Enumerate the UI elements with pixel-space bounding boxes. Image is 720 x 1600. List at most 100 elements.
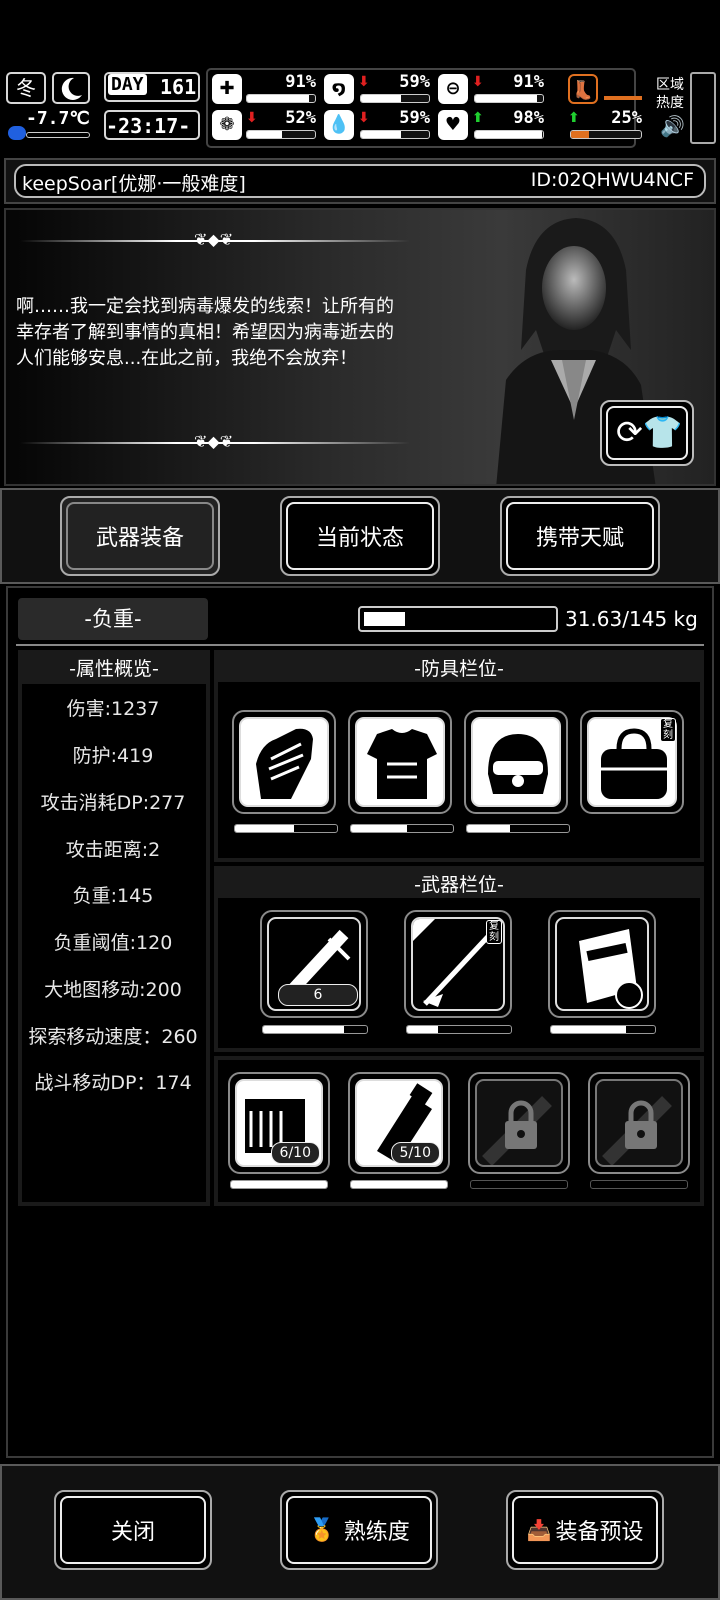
boot-line (604, 96, 642, 100)
proficiency-button-label: 熟练度 (343, 1520, 410, 1545)
tab-weapons-equipment[interactable]: 武器装备 (60, 496, 220, 576)
temperature-bar (26, 132, 90, 138)
speaker-icon[interactable]: 🔊 (660, 114, 685, 138)
ammo-crate-count: 6/10 (270, 1142, 320, 1164)
close-button[interactable]: 关闭 (54, 1490, 212, 1570)
thirst-bar-fill (361, 131, 402, 138)
armor-helmet-durability-fill (467, 825, 510, 832)
weapons-title: -武器栏位- (414, 874, 504, 896)
change-outfit-button[interactable]: ⟳👕 (600, 400, 694, 466)
armor-slot-helmet[interactable] (464, 710, 568, 814)
stamina-value: 91% (513, 72, 544, 92)
gloves-icon (239, 717, 329, 807)
tab-carried-talents-label: 携带天赋 (535, 526, 624, 551)
stamina-bar (474, 94, 544, 103)
infection-bar (570, 130, 642, 139)
consumable-slot-ammo-crate[interactable]: 6/10 (228, 1072, 330, 1174)
region-heat-meter (690, 72, 716, 144)
day-number: 161 (160, 75, 197, 99)
weapon-sniper-rifle-durability-fill (407, 1026, 439, 1033)
equipment-preset-button[interactable]: 📥 装备预设 (506, 1490, 664, 1570)
weapon-minigun-durability-fill (263, 1026, 345, 1033)
season-box: 冬 (6, 72, 46, 104)
attr-load: 负重:145 (72, 885, 154, 907)
armor-gloves-durability (234, 824, 338, 833)
load-bar (358, 606, 558, 632)
stamina-bar-fill (475, 95, 537, 102)
story-text: 啊……我一定会找到病毒爆发的线索！让所有的幸存者了解到事情的真相！希望因为病毒逝… (16, 296, 394, 369)
thermometer-icon (8, 126, 26, 140)
locked-slot-icon (595, 1079, 683, 1167)
sanity-bar-fill (247, 131, 283, 138)
refresh-shirt-icon: ⟳👕 (616, 413, 683, 451)
capsule-icon: ⊖ (438, 74, 468, 104)
attr-load-threshold: 负重阈值:120 (53, 932, 173, 954)
helmet-icon (471, 717, 561, 807)
riot-shield-icon (555, 917, 649, 1011)
weapon-slot-minigun[interactable]: 6 (260, 910, 368, 1018)
load-bar-fill (364, 612, 406, 626)
consumable-ammo-crate-bar (230, 1180, 328, 1189)
armor-body-durability (350, 824, 454, 833)
consumable-ammo-crate-bar-fill (231, 1181, 327, 1188)
stomach-icon: ໑ (324, 74, 354, 104)
brain-icon: ❁ (212, 110, 242, 140)
first-aid-icon: ✚ (212, 74, 242, 104)
attributes-title: -属性概览- (69, 658, 159, 680)
attr-damage: 伤害:1237 (66, 698, 160, 720)
game-time: -23:17- (106, 114, 191, 138)
infection-value: 25% (611, 108, 642, 128)
season-label: 冬 (16, 76, 36, 100)
bag-replica-badge: 复刻 (660, 718, 676, 742)
weapon-sniper-rifle-durability (406, 1025, 512, 1034)
tab-weapons-equipment-label: 武器装备 (95, 526, 184, 551)
armor-slot-body[interactable] (348, 710, 452, 814)
hunger-value: 59% (399, 72, 430, 92)
armor-slot-bag[interactable]: 复刻 (580, 710, 684, 814)
weapon-slot-sniper-rifle[interactable]: 复刻 (404, 910, 512, 1018)
sanity-value: 52% (285, 108, 316, 128)
water-drop-icon: 💧 (324, 110, 354, 140)
tab-carried-talents[interactable]: 携带天赋 (500, 496, 660, 576)
consumable-slot-canteen[interactable]: 5/10 (348, 1072, 450, 1174)
hunger-bar (360, 94, 430, 103)
canteen-count: 5/10 (390, 1142, 440, 1164)
attr-attack-dp-cost: 攻击消耗DP:277 (40, 792, 186, 814)
ornament-top-center: ❦◆❦ (194, 230, 234, 249)
tab-current-status-label: 当前状态 (315, 526, 404, 551)
consumable-locked-1-bar (470, 1180, 568, 1189)
health-bar (246, 94, 316, 103)
player-id: ID:02QHWU4NCF (530, 169, 694, 191)
load-divider (16, 644, 704, 646)
armor-gloves-durability-fill (235, 825, 295, 832)
consumable-slot-locked-1[interactable] (468, 1072, 570, 1174)
locked-slot-icon (475, 1079, 563, 1167)
player-name: keepSoar[优娜·一般难度] (22, 173, 246, 195)
weapon-riot-shield-durability (550, 1025, 656, 1034)
attr-attack-range: 攻击距离:2 (65, 839, 161, 861)
thirst-bar (360, 130, 430, 139)
mood-bar (474, 130, 544, 139)
day-label: DAY (108, 74, 147, 95)
infection-bar-fill (571, 131, 589, 138)
weapon-slot-riot-shield[interactable] (548, 910, 656, 1018)
ornament-bottom-center: ❦◆❦ (194, 432, 234, 451)
attr-combat-move-dp: 战斗移动DP：174 (34, 1072, 192, 1094)
attr-map-movement: 大地图移动:200 (44, 979, 182, 1001)
hud-bar: 冬 -7.7℃ DAY 161 -23:17- ✚ 91% ໑ ⬇ 59% ⊖ … (0, 66, 720, 150)
proficiency-button[interactable]: 🏅 熟练度 (280, 1490, 438, 1570)
weapon-riot-shield-durability-fill (551, 1026, 626, 1033)
temperature: -7.7℃ (26, 108, 90, 129)
consumable-slot-locked-2[interactable] (588, 1072, 690, 1174)
equipment-preset-button-label: 装备预设 (555, 1520, 644, 1545)
consumable-canteen-bar-fill (351, 1181, 447, 1188)
attr-explore-speed: 探索移动速度：260 (28, 1026, 198, 1048)
consumable-locked-2-bar (590, 1180, 688, 1189)
boot-icon: 👢 (568, 74, 598, 104)
armor-helmet-durability (466, 824, 570, 833)
sniper-rifle-replica-badge: 复刻 (486, 920, 502, 944)
heart-icon: ♥ (438, 110, 468, 140)
armor-slot-gloves[interactable] (232, 710, 336, 814)
tab-current-status[interactable]: 当前状态 (280, 496, 440, 576)
preset-tray-icon: 📥 (526, 1518, 552, 1542)
